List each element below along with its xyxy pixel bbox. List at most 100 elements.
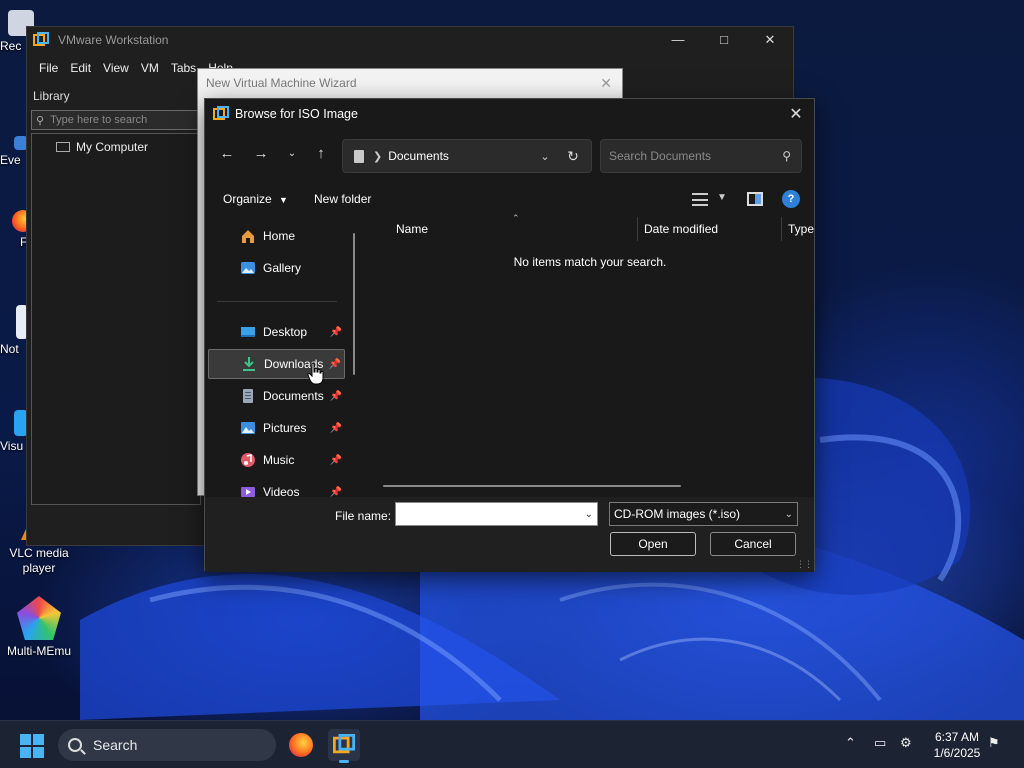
up-arrow-icon[interactable]: ↑	[311, 145, 331, 162]
back-arrow-icon[interactable]: ←	[217, 145, 237, 162]
view-options-chevron-icon[interactable]: ▼	[717, 192, 727, 203]
nav-item-desktop[interactable]: Desktop 📌	[208, 317, 345, 347]
downloads-icon	[243, 357, 255, 371]
documents-icon	[243, 389, 253, 403]
firefox-icon	[289, 733, 313, 757]
file-type-select[interactable]: CD-ROM images (*.iso) ⌄	[609, 502, 798, 526]
music-icon	[241, 453, 255, 467]
chevron-down-icon: ▼	[279, 195, 288, 205]
dialog-title-bar[interactable]: Browse for ISO Image ✕	[205, 99, 814, 129]
column-header-name[interactable]: Name	[396, 215, 428, 243]
search-icon: ⚲	[782, 149, 791, 163]
file-name-label: File name:	[335, 509, 392, 523]
nav-item-pictures[interactable]: Pictures 📌	[208, 413, 345, 443]
navigation-pane-scrollbar[interactable]	[353, 233, 355, 375]
close-button[interactable]: ✕	[747, 32, 793, 48]
volume-icon[interactable]: ⚙	[900, 735, 912, 751]
sort-ascending-icon: ⌃	[512, 213, 520, 223]
library-tree: My Computer	[31, 133, 201, 505]
search-documents-input[interactable]	[609, 149, 759, 163]
dialog-title: Browse for ISO Image	[235, 107, 358, 121]
resize-grip-icon[interactable]: ⋮⋮	[796, 559, 813, 570]
dialog-footer: File name: ⌄ CD-ROM images (*.iso) ⌄ Ope…	[205, 497, 814, 572]
vmware-logo-icon	[33, 32, 49, 46]
start-windows-icon[interactable]	[20, 734, 44, 758]
network-icon[interactable]: ▭	[874, 735, 886, 751]
vmware-title-bar[interactable]: VMware Workstation — □ ✕	[27, 27, 793, 53]
taskbar-clock[interactable]: 6:37 AM 1/6/2025	[926, 729, 988, 761]
taskbar-firefox-button[interactable]	[285, 729, 317, 761]
taskbar: Search ⌃ ▭ ⚙ 6:37 AM 1/6/2025 ⚑	[0, 720, 1024, 768]
pin-icon: 📌	[329, 454, 342, 466]
pin-icon: 📌	[329, 486, 342, 498]
column-divider[interactable]	[637, 217, 638, 241]
nav-item-videos[interactable]: Videos 📌	[208, 477, 345, 497]
navigation-bar: ← → ⌄ ↑ ❯ Documents ⌄ ↻ ⚲	[205, 139, 814, 173]
desktop-folder-icon	[241, 327, 255, 337]
view-details-icon[interactable]	[692, 193, 708, 206]
column-header-type[interactable]: Type	[788, 215, 814, 243]
taskbar-vmware-button[interactable]	[328, 729, 360, 763]
clock-date: 1/6/2025	[933, 746, 981, 760]
hand-cursor-icon	[307, 362, 324, 385]
library-item-my-computer[interactable]: My Computer	[32, 140, 200, 154]
recent-locations-chevron-icon[interactable]: ⌄	[282, 148, 302, 159]
nav-item-home[interactable]: Home	[208, 221, 345, 251]
forward-arrow-icon[interactable]: →	[251, 145, 271, 162]
refresh-icon[interactable]: ↻	[555, 148, 591, 165]
column-divider[interactable]	[781, 217, 782, 241]
notifications-bell-icon[interactable]: ⚑	[988, 735, 1000, 751]
computer-icon	[56, 142, 70, 152]
column-header-date-modified[interactable]: Date modified	[644, 215, 718, 243]
help-icon[interactable]: ?	[782, 190, 800, 208]
library-search-input[interactable]: ⚲ Type here to search	[31, 110, 201, 130]
open-button[interactable]: Open	[610, 532, 696, 556]
wizard-title: New Virtual Machine Wizard	[206, 76, 357, 90]
organize-button[interactable]: Organize ▼	[223, 192, 288, 206]
breadcrumb-chevron-icon[interactable]: ❯	[373, 150, 382, 163]
vmware-logo-icon	[213, 106, 229, 120]
chevron-down-icon[interactable]: ⌄	[585, 509, 593, 520]
horizontal-scrollbar[interactable]	[383, 485, 681, 487]
empty-results-message: No items match your search.	[513, 255, 667, 269]
menu-view[interactable]: View	[97, 61, 135, 75]
command-bar: Organize ▼ New folder ▼ ?	[205, 187, 814, 213]
videos-icon	[241, 487, 255, 497]
taskbar-search-box[interactable]: Search	[58, 729, 276, 761]
documents-folder-icon	[354, 149, 364, 163]
gallery-icon	[241, 262, 255, 274]
pin-icon: 📌	[329, 422, 342, 434]
file-name-input[interactable]	[399, 504, 574, 524]
menu-file[interactable]: File	[33, 61, 64, 75]
navigation-pane: Home Gallery Desktop 📌 Downloads 📌 Docum…	[205, 215, 363, 497]
library-panel: Library ⚲ Type here to search My Compute…	[31, 89, 201, 521]
menu-vm[interactable]: VM	[135, 61, 165, 75]
maximize-button[interactable]: □	[701, 32, 747, 48]
desktop-icon-multi-memu[interactable]: Multi-MEmu	[1, 596, 77, 659]
preview-pane-icon[interactable]	[747, 192, 763, 206]
search-icon: ⚲	[36, 114, 45, 127]
breadcrumb-documents[interactable]: Documents	[388, 149, 449, 163]
wizard-title-bar[interactable]: New Virtual Machine Wizard ✕	[198, 69, 622, 97]
pin-icon: 📌	[328, 358, 341, 370]
dialog-close-button[interactable]: ✕	[778, 104, 814, 124]
wizard-close-button[interactable]: ✕	[600, 75, 612, 92]
vmware-logo-icon	[333, 734, 355, 754]
browse-iso-dialog: Browse for ISO Image ✕ ← → ⌄ ↑ ❯ Documen…	[204, 98, 815, 572]
clock-time: 6:37 AM	[934, 730, 980, 744]
home-icon	[242, 230, 254, 243]
address-history-chevron-icon[interactable]: ⌄	[535, 150, 555, 163]
search-icon	[68, 738, 82, 752]
nav-item-gallery[interactable]: Gallery	[208, 253, 345, 283]
nav-item-music[interactable]: Music 📌	[208, 445, 345, 475]
search-documents-box[interactable]: ⚲	[600, 139, 802, 173]
pin-icon: 📌	[329, 390, 342, 402]
new-folder-button[interactable]: New folder	[314, 192, 371, 206]
menu-edit[interactable]: Edit	[64, 61, 97, 75]
cancel-button[interactable]: Cancel	[710, 532, 796, 556]
address-bar[interactable]: ❯ Documents ⌄ ↻	[342, 139, 592, 173]
tray-overflow-chevron-icon[interactable]: ⌃	[845, 735, 856, 751]
minimize-button[interactable]: —	[655, 32, 701, 48]
multi-memu-icon	[17, 596, 61, 640]
file-name-combobox[interactable]: ⌄	[395, 502, 598, 526]
